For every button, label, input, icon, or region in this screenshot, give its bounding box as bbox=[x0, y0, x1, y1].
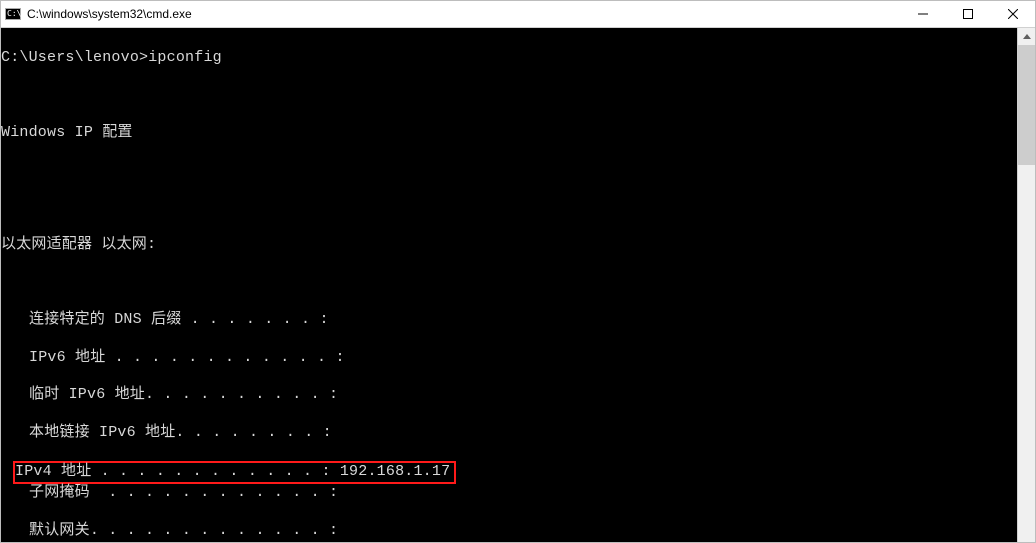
titlebar[interactable]: C:\ C:\windows\system32\cmd.exe bbox=[1, 1, 1035, 28]
vertical-scrollbar[interactable] bbox=[1017, 28, 1035, 542]
scrollbar-thumb[interactable] bbox=[1018, 45, 1035, 165]
blank-line bbox=[1, 274, 1017, 293]
field-row: 连接特定的 DNS 后缀 . . . . . . . : bbox=[1, 311, 1017, 330]
field-dots: . . . . . . . : bbox=[191, 311, 329, 328]
field-dots: . . . . . . . . . . . . . : bbox=[90, 522, 338, 539]
field-label: IPv6 地址 bbox=[29, 349, 115, 366]
field-label: 子网掩码 bbox=[29, 484, 108, 501]
section-title: 以太网适配器 以太网: bbox=[1, 236, 1017, 255]
field-label: IPv4 地址 bbox=[15, 463, 101, 480]
prompt-line: C:\Users\lenovo>ipconfig bbox=[1, 49, 1017, 68]
field-dots: . . . . . . . . . . . . : bbox=[101, 463, 331, 480]
field-label: 连接特定的 DNS 后缀 bbox=[29, 311, 191, 328]
ipv4-address-value: 192.168.1.17 bbox=[340, 463, 450, 480]
content-area: C:\Users\lenovo>ipconfig Windows IP 配置 以… bbox=[1, 28, 1035, 542]
minimize-button[interactable] bbox=[900, 1, 945, 27]
field-label: 默认网关 bbox=[29, 522, 90, 539]
field-dots: . . . . . . . . : bbox=[175, 424, 331, 441]
blank-line bbox=[1, 86, 1017, 105]
field-row: IPv6 地址 . . . . . . . . . . . . : bbox=[1, 349, 1017, 368]
maximize-button[interactable] bbox=[945, 1, 990, 27]
cmd-window: C:\ C:\windows\system32\cmd.exe C:\Users… bbox=[0, 0, 1036, 543]
blank-line bbox=[1, 161, 1017, 180]
terminal-output[interactable]: C:\Users\lenovo>ipconfig Windows IP 配置 以… bbox=[1, 28, 1017, 542]
scroll-up-arrow[interactable] bbox=[1018, 28, 1035, 45]
window-title: C:\windows\system32\cmd.exe bbox=[27, 7, 900, 22]
prompt-path: C:\Users\lenovo> bbox=[1, 49, 148, 66]
ipv4-highlight-box: IPv4 地址 . . . . . . . . . . . . : 192.16… bbox=[13, 461, 456, 484]
field-dots: . . . . . . . . . . . . : bbox=[108, 484, 338, 501]
field-row: 子网掩码 . . . . . . . . . . . . : bbox=[1, 484, 1017, 503]
cmd-icon: C:\ bbox=[5, 8, 21, 20]
field-row: 临时 IPv6 地址. . . . . . . . . . : bbox=[1, 386, 1017, 405]
field-label: 临时 IPv6 地址 bbox=[29, 386, 145, 403]
field-dots: . . . . . . . . . . : bbox=[145, 386, 338, 403]
ipconfig-header: Windows IP 配置 bbox=[1, 124, 1017, 143]
field-dots: . . . . . . . . . . . . : bbox=[115, 349, 345, 366]
prompt-command: ipconfig bbox=[148, 49, 222, 66]
close-button[interactable] bbox=[990, 1, 1035, 27]
field-label: 本地链接 IPv6 地址 bbox=[29, 424, 175, 441]
blank-line bbox=[1, 199, 1017, 218]
field-row: 默认网关. . . . . . . . . . . . . : bbox=[1, 522, 1017, 541]
field-row: 本地链接 IPv6 地址. . . . . . . . : bbox=[1, 424, 1017, 443]
